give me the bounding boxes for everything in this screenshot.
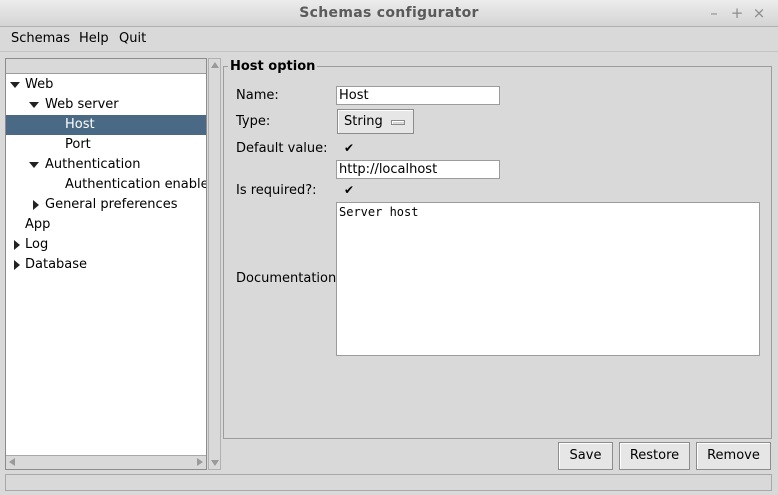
menu-bar: Schemas Help Quit <box>0 27 778 52</box>
tree-item-label: Authentication enabled <box>65 177 207 192</box>
type-select-value: String <box>344 114 383 129</box>
type-select[interactable]: String <box>337 109 414 134</box>
option-group-title: Host option <box>228 59 318 74</box>
collapse-toggle-icon[interactable] <box>12 259 22 271</box>
close-icon[interactable]: × <box>750 4 768 22</box>
is-required-label: Is required?: <box>236 183 317 198</box>
maximize-icon[interactable]: + <box>728 4 746 22</box>
tree-item-database[interactable]: Database <box>6 255 206 275</box>
tree-header <box>6 59 206 74</box>
tree-item-port[interactable]: Port <box>6 135 206 155</box>
minimize-icon[interactable]: – <box>705 4 723 22</box>
tree-item-label: Port <box>65 137 91 152</box>
collapse-toggle-icon[interactable] <box>31 199 41 211</box>
collapse-toggle-icon[interactable] <box>12 239 22 251</box>
restore-button[interactable]: Restore <box>619 442 690 470</box>
scroll-up-icon[interactable] <box>211 62 219 68</box>
menu-quit[interactable]: Quit <box>119 31 146 46</box>
tree-item-log[interactable]: Log <box>6 235 206 255</box>
title-bar: Schemas configurator – + × <box>0 0 778 27</box>
documentation-textarea[interactable]: Server host <box>336 202 760 356</box>
tree-item-label: Web <box>25 77 54 92</box>
default-value-field[interactable]: http://localhost <box>336 160 500 179</box>
option-menu-indicator-icon <box>391 120 405 125</box>
menu-schemas[interactable]: Schemas <box>11 31 70 46</box>
documentation-label: Documentation: <box>236 271 341 286</box>
window-title: Schemas configurator <box>299 5 479 21</box>
tree-item-label: Authentication <box>45 157 141 172</box>
schema-tree: Web Web server Host Port Authentication … <box>5 58 207 470</box>
tree-item-authentication-enabled[interactable]: Authentication enabled <box>6 175 206 195</box>
type-label: Type: <box>236 114 271 129</box>
scroll-right-icon[interactable] <box>197 458 203 466</box>
expand-toggle-icon[interactable] <box>29 159 39 171</box>
remove-button[interactable]: Remove <box>696 442 771 470</box>
name-field[interactable]: Host <box>336 86 500 105</box>
default-value-label: Default value: <box>236 141 328 156</box>
tree-item-label: General preferences <box>45 197 178 212</box>
scroll-down-icon[interactable] <box>211 460 219 466</box>
expand-toggle-icon[interactable] <box>10 79 20 91</box>
tree-item-label: Database <box>25 257 88 272</box>
is-required-checkbox[interactable]: ✔ <box>343 184 355 196</box>
tree-item-web[interactable]: Web <box>6 75 206 95</box>
tree-item-label: Log <box>25 237 49 252</box>
status-bar <box>5 474 772 491</box>
name-label: Name: <box>236 88 279 103</box>
tree-vertical-scrollbar[interactable] <box>208 58 221 470</box>
tree-item-host[interactable]: Host <box>6 115 206 135</box>
menu-help[interactable]: Help <box>79 31 109 46</box>
tree-item-app[interactable]: App <box>6 215 206 235</box>
tree-item-label: Web server <box>45 97 119 112</box>
tree-item-web-server[interactable]: Web server <box>6 95 206 115</box>
scroll-left-icon[interactable] <box>9 458 15 466</box>
tree-item-label: Host <box>65 117 95 132</box>
expand-toggle-icon[interactable] <box>29 99 39 111</box>
tree-item-authentication[interactable]: Authentication <box>6 155 206 175</box>
tree-item-label: App <box>25 217 51 232</box>
default-value-checkbox[interactable]: ✔ <box>343 142 355 154</box>
tree-item-general-preferences[interactable]: General preferences <box>6 195 206 215</box>
save-button[interactable]: Save <box>558 442 613 470</box>
tree-horizontal-scrollbar[interactable] <box>6 455 206 469</box>
